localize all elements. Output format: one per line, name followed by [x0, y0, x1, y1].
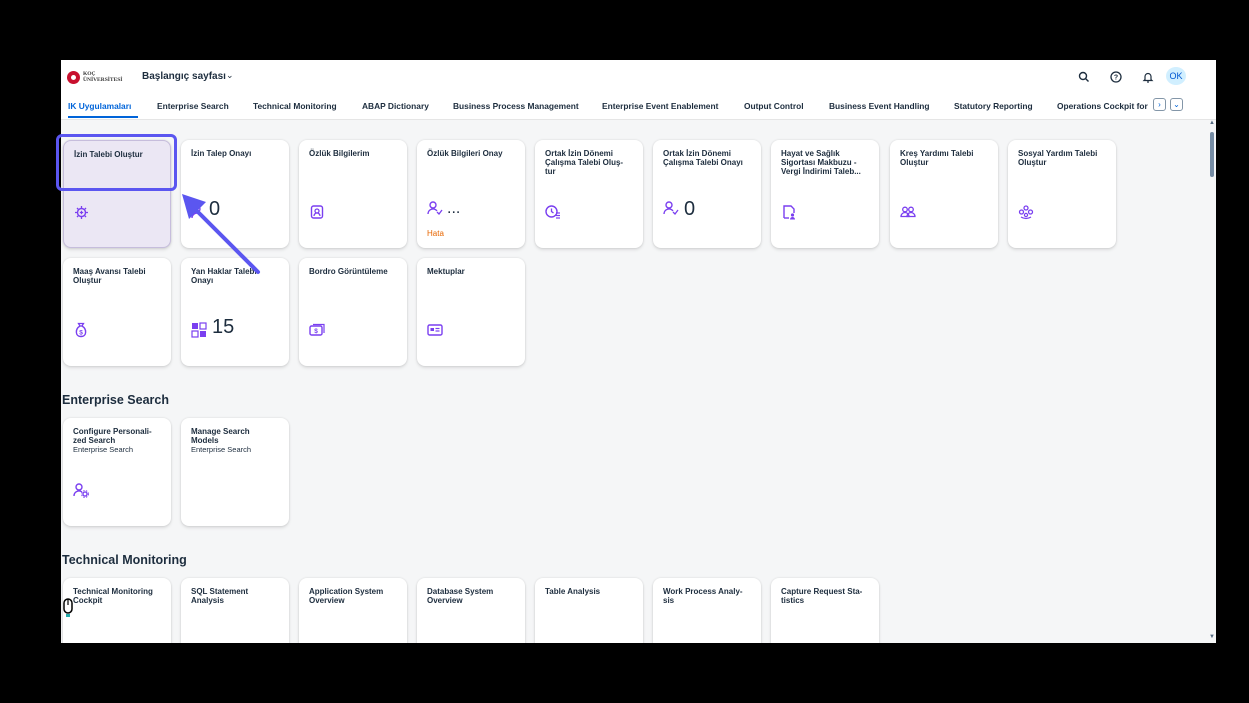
money-bag-icon: $	[75, 322, 87, 338]
tile-title: Ortak İzin Dönemi Çalışma Talebi Oluş-tu…	[545, 149, 624, 176]
tile-title: Bordro Görüntüleme	[309, 267, 388, 276]
social-help-icon	[1018, 205, 1034, 220]
tile-title: Kreş Yardımı Talebi Oluştur	[900, 149, 974, 167]
tab-statutory-reporting[interactable]: Statutory Reporting	[954, 101, 1033, 111]
tab-abap-dictionary[interactable]: ABAP Dictionary	[362, 101, 429, 111]
tile-subtitle: Enterprise Search	[73, 445, 134, 454]
tab-bar: IK Uygulamaları Enterprise Search Techni…	[61, 92, 1216, 120]
tile-title: Özlük Bilgilerim	[309, 149, 370, 158]
tab-ik-uygulamalari[interactable]: IK Uygulamaları	[68, 101, 131, 111]
create-leave-icon	[75, 206, 88, 219]
logo-line-2: ÜNİVERSİTESİ	[83, 77, 123, 83]
tile-title: Database System Overview	[427, 587, 494, 605]
tile-title: Table Analysis	[545, 587, 601, 596]
tab-enterprise-event-enablement[interactable]: Enterprise Event Enablement	[602, 101, 718, 111]
tile-bordro-goruntuleme[interactable]: Bordro Görüntüleme $	[299, 258, 407, 366]
scroll-up-icon[interactable]: ▲	[1209, 120, 1215, 126]
tile-title: Maaş Avansı Talebi Oluştur	[73, 267, 146, 285]
tile-title: Hayat ve Sağlık Sigortası Makbuzu - Verg…	[781, 149, 861, 176]
tile-work-process-analysis[interactable]: Work Process Analy-sis	[653, 578, 761, 643]
tile-count: ...	[447, 200, 461, 217]
insurance-doc-icon	[783, 205, 795, 220]
section-heading-technical-monitoring: Technical Monitoring	[62, 553, 187, 567]
user-settings-icon	[73, 483, 89, 498]
tab-scroll-right-icon[interactable]: ›	[1153, 98, 1166, 111]
tile-title: SQL Statement Analysis	[191, 587, 249, 605]
tile-title: Ortak İzin Dönemi Çalışma Talebi Onayı	[663, 149, 743, 167]
tab-overflow-chevron-icon[interactable]: ⌄	[1170, 98, 1183, 111]
tab-operations-cockpit[interactable]: Operations Cockpit for	[1057, 101, 1151, 111]
tile-ortak-izin-calisma-talebi-olustur[interactable]: Ortak İzin Dönemi Çalışma Talebi Oluş-tu…	[535, 140, 643, 248]
help-icon[interactable]: ?	[1110, 71, 1122, 83]
svg-text:$: $	[314, 328, 318, 335]
tile-ortak-izin-calisma-talebi-onayi[interactable]: Ortak İzin Dönemi Çalışma Talebi Onayı 0	[653, 140, 761, 248]
annotation-arrow-icon	[182, 194, 260, 274]
tile-application-system-overview[interactable]: Application System Overview	[299, 578, 407, 643]
section-heading-enterprise-search: Enterprise Search	[62, 393, 169, 407]
tile-table-analysis[interactable]: Table Analysis	[535, 578, 643, 643]
chevron-down-icon[interactable]: ⌄	[226, 70, 234, 81]
scrollbar-thumb[interactable]	[1210, 132, 1214, 177]
tab-output-control[interactable]: Output Control	[744, 101, 804, 111]
shell-bar: KOÇ ÜNİVERSİTESİ Başlangıç sayfası ⌄ ? O…	[61, 60, 1216, 92]
tile-title: Application System Overview	[309, 587, 384, 605]
time-request-icon	[545, 205, 560, 219]
tile-title: Capture Request Sta-tistics	[781, 587, 863, 605]
tile-technical-monitoring-cockpit[interactable]: Technical Monitoring Cockpit	[63, 578, 171, 643]
search-icon[interactable]	[1078, 71, 1090, 83]
tile-database-system-overview[interactable]: Database System Overview	[417, 578, 525, 643]
browser-window: KOÇ ÜNİVERSİTESİ Başlangıç sayfası ⌄ ? O…	[61, 60, 1216, 643]
tab-business-event-handling[interactable]: Business Event Handling	[829, 101, 930, 111]
group-icon	[900, 206, 916, 218]
tile-title: İzin Talep Onayı	[191, 149, 252, 158]
tab-technical-monitoring[interactable]: Technical Monitoring	[253, 101, 337, 111]
tile-title: Configure Personali-zed Search	[73, 427, 152, 445]
bell-icon[interactable]	[1142, 71, 1154, 83]
user-approve-icon	[663, 201, 679, 215]
svg-text:$: $	[79, 329, 83, 336]
svg-text:?: ?	[1114, 75, 1118, 82]
tile-error-status: Hata	[427, 229, 444, 238]
mouse-cursor-icon	[63, 598, 73, 617]
tile-hayat-saglik-sigortasi[interactable]: Hayat ve Sağlık Sigortası Makbuzu - Verg…	[771, 140, 879, 248]
tile-manage-search-models[interactable]: Manage Search Models Enterprise Search	[181, 418, 289, 526]
page-title[interactable]: Başlangıç sayfası	[142, 71, 226, 82]
tile-capture-request-statistics[interactable]: Capture Request Sta-tistics	[771, 578, 879, 643]
tile-sql-statement-analysis[interactable]: SQL Statement Analysis	[181, 578, 289, 643]
tile-title: Technical Monitoring Cockpit	[73, 587, 153, 605]
user-approve-icon	[427, 201, 443, 215]
tile-maas-avansi-talebi-olustur[interactable]: Maaş Avansı Talebi Oluştur $	[63, 258, 171, 366]
tile-count: 0	[684, 198, 696, 220]
tile-mektuplar[interactable]: Mektuplar	[417, 258, 525, 366]
annotation-highlight-box	[56, 134, 177, 191]
tile-configure-personalized-search[interactable]: Configure Personali-zed Search Enterpris…	[63, 418, 171, 526]
letter-card-icon	[427, 324, 443, 336]
koc-university-logo[interactable]: KOÇ ÜNİVERSİTESİ	[67, 70, 127, 84]
tile-subtitle: Enterprise Search	[191, 445, 252, 454]
personal-file-icon	[310, 205, 324, 219]
payroll-icon: $	[309, 323, 325, 336]
tile-title: Sosyal Yardım Talebi Oluştur	[1018, 149, 1098, 167]
tab-business-process-management[interactable]: Business Process Management	[453, 101, 579, 111]
tile-kres-yardimi-talebi-olustur[interactable]: Kreş Yardımı Talebi Oluştur	[890, 140, 998, 248]
tile-sosyal-yardim-talebi-olustur[interactable]: Sosyal Yardım Talebi Oluştur	[1008, 140, 1116, 248]
tile-ozluk-bilgileri-onay[interactable]: Özlük Bilgileri Onay ... Hata	[417, 140, 525, 248]
vertical-scrollbar[interactable]: ▲ ▼	[1208, 120, 1216, 643]
logo-text: KOÇ ÜNİVERSİTESİ	[83, 71, 122, 83]
logo-emblem	[67, 70, 80, 84]
tile-title: Work Process Analy-sis	[663, 587, 743, 605]
tab-enterprise-search[interactable]: Enterprise Search	[157, 101, 229, 111]
active-tab-indicator	[68, 116, 138, 118]
tile-title: Mektuplar	[427, 267, 465, 276]
tile-ozluk-bilgilerim[interactable]: Özlük Bilgilerim	[299, 140, 407, 248]
scroll-down-icon[interactable]: ▼	[1209, 634, 1215, 640]
tile-title: Manage Search Models	[191, 427, 250, 445]
benefits-grid-icon	[191, 322, 207, 338]
tile-title: Özlük Bilgileri Onay	[427, 149, 503, 158]
tile-count: 15	[212, 316, 235, 338]
avatar[interactable]: OK	[1166, 67, 1186, 85]
